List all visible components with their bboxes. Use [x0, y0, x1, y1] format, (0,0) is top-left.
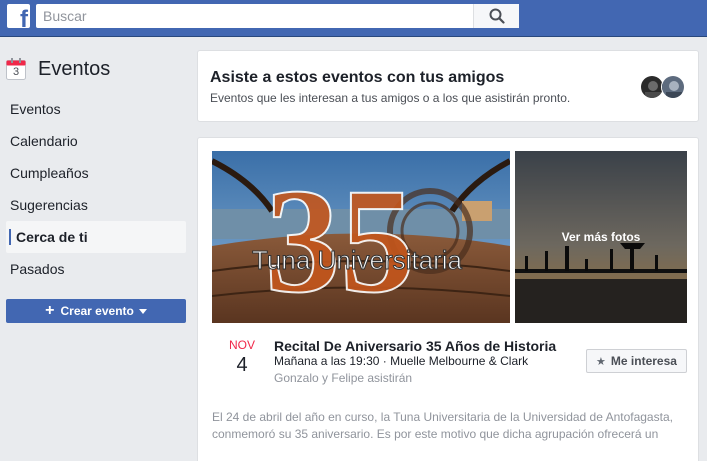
search-icon: [489, 8, 505, 24]
facebook-logo-icon[interactable]: f: [7, 4, 30, 28]
friends-card-subtitle: Eventos que les interesan a tus amigos o…: [210, 91, 571, 105]
event-card: 35 Tuna Universitaria Ver más fotos NOV …: [197, 137, 699, 461]
event-friends-attending: Gonzalo y Felipe asistirán: [274, 371, 413, 385]
sidebar-item-eventos[interactable]: Eventos: [0, 93, 192, 125]
search-input[interactable]: [36, 4, 436, 28]
search-box: [36, 4, 519, 28]
create-event-label: Crear evento: [60, 304, 134, 318]
see-more-photos[interactable]: Ver más fotos: [515, 151, 687, 323]
event-time-location: Mañana a las 19:30 · Muelle Melbourne & …: [274, 354, 529, 368]
star-icon: ★: [596, 355, 606, 368]
calendar-icon: 3: [6, 58, 26, 80]
sidebar-item-sugerencias[interactable]: Sugerencias: [0, 189, 192, 221]
sidebar-item-cumpleanos[interactable]: Cumpleaños: [0, 157, 192, 189]
interested-button[interactable]: ★ Me interesa: [586, 349, 687, 373]
sidebar-item-cerca-de-ti[interactable]: Cerca de ti: [6, 221, 186, 253]
friends-card-title: Asiste a estos eventos con tus amigos: [210, 69, 505, 86]
event-date: NOV 4: [212, 338, 272, 378]
event-date-day: 4: [236, 354, 248, 376]
see-more-photos-label: Ver más fotos: [561, 230, 641, 244]
search-button[interactable]: [473, 4, 519, 28]
sidebar-item-calendario[interactable]: Calendario: [0, 125, 192, 157]
caret-down-icon: [138, 308, 147, 314]
sidebar-header: 3 Eventos: [6, 56, 110, 82]
avatar[interactable]: [661, 75, 685, 99]
event-date-month: NOV: [228, 338, 255, 352]
photo-caption: Tuna Universitaria: [252, 245, 463, 275]
event-main-photo[interactable]: 35 Tuna Universitaria: [212, 151, 510, 323]
create-event-button[interactable]: + Crear evento: [6, 299, 186, 323]
sidebar-nav: Eventos Calendario Cumpleaños Sugerencia…: [0, 93, 192, 285]
plus-icon: +: [45, 302, 55, 319]
interested-label: Me interesa: [610, 354, 677, 368]
calendar-day: 3: [12, 66, 20, 78]
photo-anniversary-number: 35: [265, 158, 415, 323]
top-bar: f: [0, 0, 707, 37]
sidebar-item-pasados[interactable]: Pasados: [0, 253, 192, 285]
event-title[interactable]: Recital De Aniversario 35 Años de Histor…: [274, 338, 556, 354]
sidebar-title: Eventos: [38, 57, 111, 80]
friend-avatars: [640, 75, 685, 99]
friends-events-card: Asiste a estos eventos con tus amigos Ev…: [197, 50, 699, 122]
event-description: El 24 de abril del año en curso, la Tuna…: [212, 410, 673, 441]
